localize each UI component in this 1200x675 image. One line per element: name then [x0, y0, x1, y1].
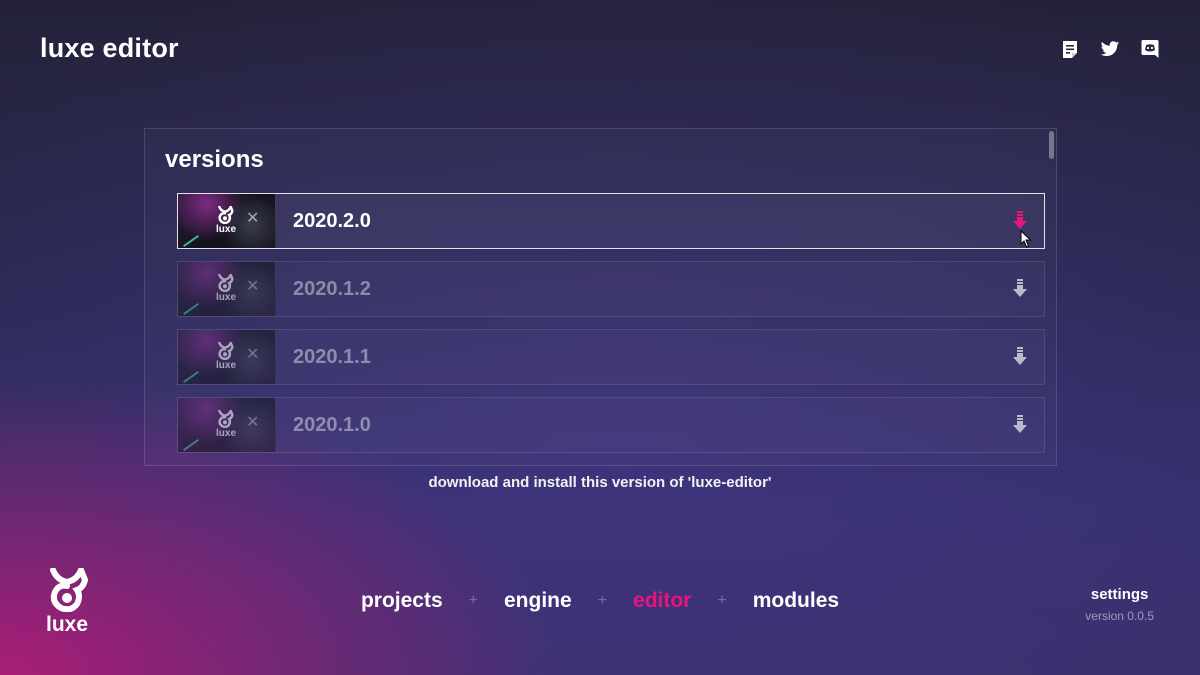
download-icon[interactable] — [1010, 415, 1030, 435]
luxe-logo-icon — [218, 206, 234, 224]
nav-modules[interactable]: modules — [753, 589, 839, 613]
version-row[interactable]: luxe ✕ 2020.1.1 — [177, 329, 1045, 385]
twitter-icon[interactable] — [1100, 38, 1120, 60]
version-row-partial[interactable] — [177, 465, 1045, 466]
brand-word: luxe — [45, 613, 89, 636]
version-row[interactable]: luxe ✕ 2020.2.0 — [177, 193, 1045, 249]
discord-icon[interactable] — [1140, 38, 1160, 60]
version-thumbnail: luxe ✕ — [178, 330, 276, 384]
version-label: 2020.1.0 — [293, 413, 371, 436]
settings-block: settings version 0.0.5 — [1085, 586, 1154, 623]
thumbnail-word: luxe — [216, 360, 237, 371]
nav-engine[interactable]: engine — [504, 589, 572, 613]
mouse-cursor-icon — [1020, 230, 1032, 248]
nav-projects[interactable]: projects — [361, 589, 443, 613]
thumbnail-word: luxe — [216, 428, 237, 439]
app-title: luxe editor — [40, 33, 179, 63]
versions-panel: versions luxe ✕ 2020.2.0 luxe ✕ 2020.1.2… — [144, 128, 1057, 466]
download-icon[interactable] — [1010, 279, 1030, 299]
luxe-logo-icon — [218, 274, 234, 292]
version-row[interactable]: luxe ✕ 2020.1.2 — [177, 261, 1045, 317]
version-label: 2020.2.0 — [293, 209, 371, 232]
version-thumbnail: luxe ✕ — [178, 262, 276, 316]
thumbnail-word: luxe — [216, 224, 237, 235]
app-version: version 0.0.5 — [1085, 609, 1154, 623]
versions-scrollbar[interactable] — [1049, 131, 1054, 159]
luxe-logo-icon — [218, 342, 234, 360]
settings-link[interactable]: settings — [1085, 586, 1154, 603]
notes-icon[interactable] — [1060, 38, 1080, 60]
version-label: 2020.1.1 — [293, 345, 371, 368]
luxe-logo-icon — [218, 410, 234, 428]
bottom-nav: projects + engine + editor + modules — [0, 589, 1200, 613]
version-thumbnail: luxe ✕ — [178, 398, 276, 452]
versions-title: versions — [165, 146, 264, 173]
nav-editor[interactable]: editor — [633, 589, 691, 613]
version-thumbnail: luxe ✕ — [178, 194, 276, 248]
nav-separator: + — [717, 592, 727, 609]
nav-separator: + — [468, 592, 478, 609]
download-icon[interactable] — [1010, 211, 1030, 231]
nav-separator: + — [597, 592, 608, 609]
download-icon[interactable] — [1010, 347, 1030, 367]
top-icon-bar — [1060, 38, 1160, 60]
version-row[interactable]: luxe ✕ 2020.1.0 — [177, 397, 1045, 453]
action-hint: download and install this version of 'lu… — [428, 474, 772, 491]
version-label: 2020.1.2 — [293, 277, 371, 300]
thumbnail-word: luxe — [216, 292, 237, 303]
